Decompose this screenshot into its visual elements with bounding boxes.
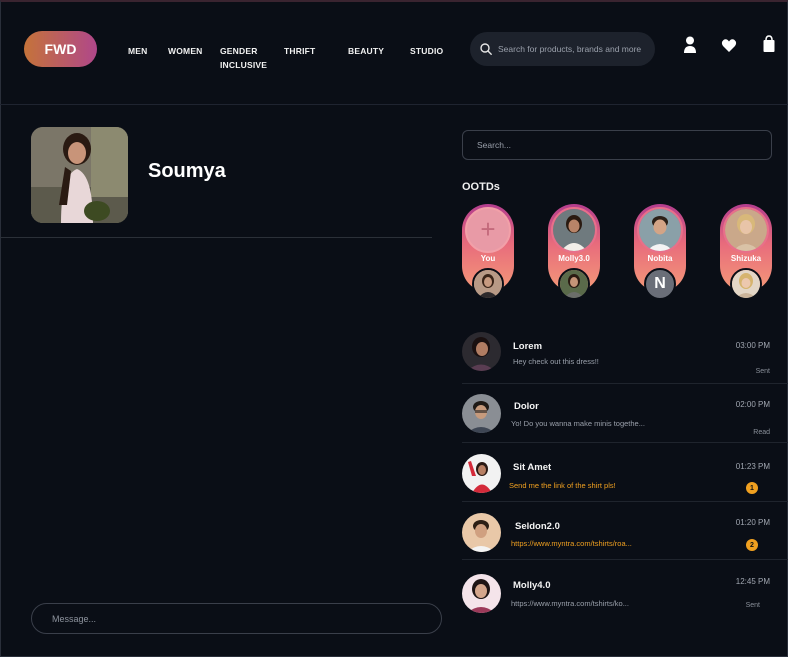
chat-status: Sent	[745, 602, 760, 609]
search-icon	[480, 43, 492, 55]
story-thumbnail	[551, 207, 597, 253]
story-avatar	[472, 268, 504, 300]
profile-avatar[interactable]	[31, 127, 128, 223]
avatar-initial: N	[654, 275, 666, 292]
story-label: Nobita	[647, 254, 673, 263]
story-thumbnail	[723, 207, 769, 253]
story-label: You	[480, 254, 496, 263]
heart-icon[interactable]	[721, 37, 737, 55]
chat-row-molly[interactable]: Molly4.0 https://www.myntra.com/tshirts/…	[462, 561, 788, 619]
shopping-bag-icon[interactable]	[761, 35, 777, 53]
story-shizuka[interactable]: Shizuka	[720, 204, 772, 300]
chat-preview: Send me the link of the shirt pls!	[509, 481, 616, 490]
chat-search-input[interactable]	[462, 130, 772, 160]
avatar	[462, 454, 501, 493]
chat-preview: https://www.myntra.com/tshirts/roa...	[511, 539, 632, 548]
chat-name: Molly4.0	[513, 580, 551, 591]
avatar	[462, 574, 501, 613]
plus-icon: +	[480, 214, 496, 244]
add-story-button[interactable]: +	[465, 207, 511, 253]
product-search-input[interactable]	[498, 44, 648, 54]
chat-time: 01:20 PM	[735, 518, 770, 527]
avatar	[462, 332, 501, 371]
story-molly[interactable]: Molly3.0	[548, 204, 600, 300]
story-you[interactable]: + You	[462, 204, 514, 300]
chat-preview: Yo! Do you wanna make minis togethe...	[511, 419, 645, 428]
conversation-area	[0, 238, 432, 598]
chat-row-seldon[interactable]: Seldon2.0 https://www.myntra.com/tshirts…	[462, 502, 788, 560]
chat-time: 01:23 PM	[735, 462, 770, 471]
nav-studio[interactable]: STUDIO	[410, 44, 443, 58]
chat-status: Read	[753, 429, 770, 436]
chat-name: Sit Amet	[513, 462, 552, 473]
nav-gender-line2: INCLUSIVE	[220, 60, 268, 70]
chat-preview: https://www.myntra.com/tshirts/ko...	[511, 599, 629, 608]
story-label: Shizuka	[730, 254, 762, 263]
story-thumbnail	[637, 207, 683, 253]
chat-time: 12:45 PM	[735, 577, 770, 586]
profile-name: Soumya	[148, 160, 226, 182]
story-avatar	[730, 268, 762, 300]
story-avatar	[558, 268, 590, 300]
user-icon[interactable]	[682, 36, 698, 54]
story-label: Molly3.0	[558, 254, 590, 263]
story-avatar-initial: N	[644, 268, 676, 300]
nav-gender-line1: GENDER	[220, 46, 258, 56]
chat-status: Sent	[755, 368, 770, 375]
profile-photo	[31, 127, 128, 223]
nav-gender-inclusive[interactable]: GENDER INCLUSIVE	[220, 44, 267, 72]
nav-women[interactable]: WOMEN	[168, 44, 203, 58]
message-input[interactable]	[31, 603, 442, 634]
chat-name: Seldon2.0	[515, 521, 560, 532]
story-nobita[interactable]: Nobita N	[634, 204, 686, 300]
top-nav-bar: FWD MEN WOMEN GENDER INCLUSIVE THRIFT BE…	[0, 0, 788, 105]
chat-time: 02:00 PM	[735, 400, 770, 409]
ootds-heading: OOTDs	[462, 181, 500, 193]
chat-row-sit-amet[interactable]: Sit Amet Send me the link of the shirt p…	[462, 444, 788, 502]
chat-preview: Hey check out this dress!!	[513, 357, 599, 366]
chat-row-lorem[interactable]: Lorem Hey check out this dress!! 03:00 P…	[462, 326, 788, 384]
unread-badge: 2	[746, 539, 758, 551]
chat-row-dolor[interactable]: Dolor Yo! Do you wanna make minis togeth…	[462, 385, 788, 443]
product-search-bar[interactable]	[470, 32, 655, 66]
fwd-logo[interactable]: FWD	[24, 31, 97, 67]
chat-time: 03:00 PM	[735, 341, 770, 350]
nav-men[interactable]: MEN	[128, 44, 148, 58]
avatar	[462, 394, 501, 433]
avatar	[462, 513, 501, 552]
unread-badge: 1	[746, 482, 758, 494]
nav-thrift[interactable]: THRIFT	[284, 44, 315, 58]
nav-beauty[interactable]: BEAUTY	[348, 44, 384, 58]
chat-name: Dolor	[514, 401, 539, 412]
chat-name: Lorem	[513, 341, 543, 352]
